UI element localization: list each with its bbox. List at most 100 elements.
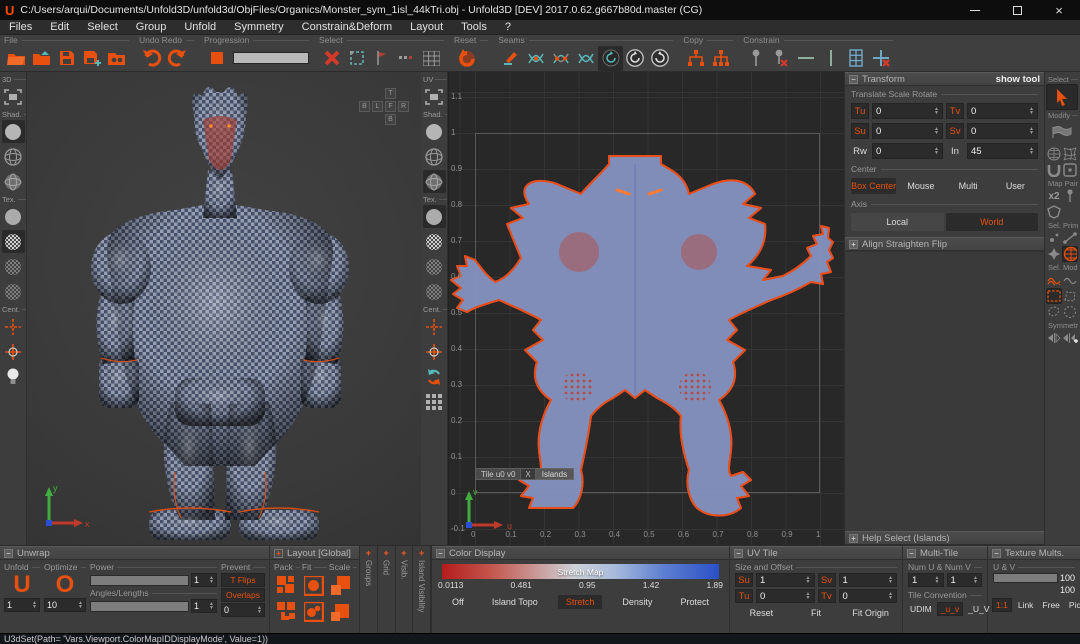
spinner[interactable]: ▲▼: [935, 576, 940, 584]
wire-sphere-icon[interactable]: [2, 145, 25, 168]
lasso-icon[interactable]: [1046, 304, 1062, 320]
tu-field[interactable]: 0▲▼: [872, 103, 943, 119]
wire-shaded-sphere-icon[interactable]: [2, 170, 25, 193]
uv-center-pivot-icon[interactable]: [423, 315, 446, 338]
su-tile-field[interactable]: 1▲▼: [756, 573, 815, 587]
redo-icon[interactable]: [164, 46, 189, 71]
collapse-icon[interactable]: −: [4, 549, 13, 558]
shaded-sphere-icon[interactable]: [2, 120, 25, 143]
view-back-button[interactable]: B: [359, 101, 370, 112]
tile-tab-close-button[interactable]: X: [521, 468, 535, 480]
texture-mults-header[interactable]: − Texture Mults.: [988, 546, 1080, 560]
in-field[interactable]: 45▲▼: [967, 143, 1038, 159]
show-tool-button[interactable]: show tool: [996, 74, 1040, 85]
center-user-button[interactable]: User: [993, 178, 1038, 194]
plain-texture-icon[interactable]: [2, 205, 25, 228]
cut-weld-icon[interactable]: [548, 46, 573, 71]
power-field[interactable]: 1▲▼: [191, 573, 217, 587]
circle-seam-2-icon[interactable]: [623, 46, 648, 71]
dots-select-icon[interactable]: [394, 46, 419, 71]
uv-tile-reset-button[interactable]: Reset: [735, 606, 788, 619]
angles-lengths-slider[interactable]: [90, 601, 189, 612]
fit-alt-icon[interactable]: [302, 599, 327, 624]
expand-icon[interactable]: +: [274, 549, 283, 558]
spinner[interactable]: ▲▼: [934, 107, 939, 115]
udim-button[interactable]: UDIM: [907, 603, 935, 615]
collapse-icon[interactable]: −: [907, 549, 916, 558]
brush-wave-gray-icon[interactable]: [1062, 272, 1078, 288]
uv-checker-dim2-icon[interactable]: [423, 280, 446, 303]
overlaps-button[interactable]: Overlaps: [221, 588, 265, 602]
checker-texture-dim2-icon[interactable]: [2, 280, 25, 303]
viewport-3d[interactable]: T B L F R B y x: [27, 72, 421, 545]
island-visibility-strip[interactable]: +Island Visibility: [413, 546, 431, 633]
center-box-center-button[interactable]: Box Center: [851, 178, 896, 194]
point-select-icon[interactable]: [1046, 230, 1062, 246]
color-density-button[interactable]: Density: [614, 595, 660, 609]
box-select-icon[interactable]: [344, 46, 369, 71]
rw-field[interactable]: 0▲▼: [872, 143, 943, 159]
uv-checker-dim-icon[interactable]: [423, 255, 446, 278]
collapse-icon[interactable]: −: [436, 549, 445, 558]
optimize-iterations-field[interactable]: 10▲▼: [44, 598, 86, 612]
pic-button[interactable]: Pic: [1066, 599, 1080, 611]
mesh-distort-icon[interactable]: [1062, 146, 1078, 162]
view-bottom-button[interactable]: B: [385, 114, 396, 125]
collapse-icon[interactable]: −: [734, 549, 743, 558]
checker-texture-icon[interactable]: [2, 230, 25, 253]
expand-icon[interactable]: +: [366, 548, 371, 558]
view-top-button[interactable]: T: [385, 88, 396, 99]
su-field[interactable]: 0▲▼: [872, 123, 943, 139]
expand-icon[interactable]: +: [849, 534, 858, 543]
uv-wire-sphere-icon[interactable]: [423, 145, 446, 168]
tile-tab[interactable]: Tile u0 v0: [475, 468, 521, 480]
view-left-button[interactable]: L: [372, 101, 383, 112]
unwrap-panel-header[interactable]: − Unwrap: [0, 546, 269, 560]
center-pivot-icon[interactable]: [2, 315, 25, 338]
mirror-left-icon[interactable]: [1046, 330, 1062, 346]
save-icon[interactable]: [54, 46, 79, 71]
rect-marquee-icon[interactable]: [1046, 288, 1062, 304]
uv-refresh-icon[interactable]: [423, 365, 446, 388]
spinner[interactable]: ▲▼: [934, 127, 939, 135]
weld-icon[interactable]: [523, 46, 548, 71]
texture-u-slider[interactable]: [993, 573, 1058, 583]
islands-tab[interactable]: Islands: [536, 468, 574, 480]
view-orientation-widget[interactable]: T B L F R B: [359, 88, 411, 128]
groups-strip[interactable]: +Groups: [360, 546, 378, 633]
spinner[interactable]: ▲▼: [1029, 127, 1034, 135]
spinner[interactable]: ▲▼: [32, 601, 37, 609]
menu-tools[interactable]: Tools: [452, 21, 496, 33]
paste-uv-icon[interactable]: [708, 46, 733, 71]
menu-layout[interactable]: Layout: [401, 21, 452, 33]
tv-tile-field[interactable]: 0▲▼: [839, 589, 898, 603]
uv-frame-all-icon[interactable]: [423, 85, 446, 108]
flag-select-icon[interactable]: [369, 46, 394, 71]
link-button[interactable]: Link: [1015, 599, 1037, 611]
pencil-seam-icon[interactable]: [498, 46, 523, 71]
fit-icon[interactable]: [302, 573, 327, 598]
circle-marquee-icon[interactable]: [1062, 304, 1078, 320]
spinner[interactable]: ▲▼: [1029, 147, 1034, 155]
unfold-iterations-field[interactable]: 1▲▼: [4, 598, 40, 612]
maximize-button[interactable]: [996, 0, 1038, 20]
color-island-topo-button[interactable]: Island Topo: [484, 595, 546, 609]
circle-seam-1-icon[interactable]: [598, 46, 623, 71]
stop-icon[interactable]: [204, 46, 229, 71]
color-stretch-button[interactable]: Stretch: [558, 595, 603, 609]
hline-constraint-icon[interactable]: [793, 46, 818, 71]
collapse-icon[interactable]: −: [992, 549, 1001, 558]
spinner[interactable]: ▲▼: [888, 592, 893, 600]
scale-up-icon[interactable]: [329, 573, 354, 598]
uv-plain-texture-icon[interactable]: [423, 205, 446, 228]
checker-texture-dim-icon[interactable]: [2, 255, 25, 278]
spinner[interactable]: ▲▼: [806, 576, 811, 584]
expand-icon[interactable]: +: [419, 548, 424, 558]
sv-field[interactable]: 0▲▼: [967, 123, 1038, 139]
menu-edit[interactable]: Edit: [41, 21, 78, 33]
center-selection-icon[interactable]: [2, 340, 25, 363]
angles-lengths-field[interactable]: 1▲▼: [191, 599, 217, 613]
view-right-button[interactable]: R: [398, 101, 409, 112]
vline-constraint-icon[interactable]: [818, 46, 843, 71]
clear-constraint-icon[interactable]: [868, 46, 893, 71]
